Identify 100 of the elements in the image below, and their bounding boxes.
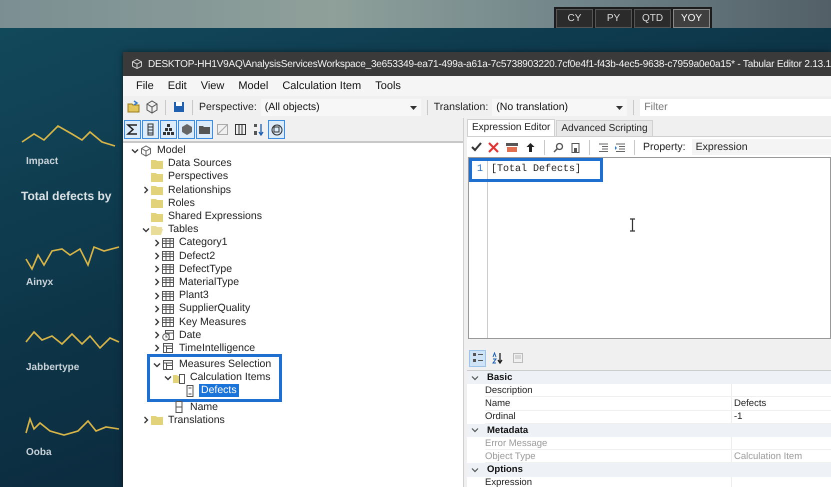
open-folder-icon[interactable]: [127, 100, 141, 114]
tree-item[interactable]: Roles: [166, 196, 197, 210]
tree-item[interactable]: Tables: [166, 223, 200, 236]
chevron-right-icon[interactable]: [142, 416, 150, 424]
property-value[interactable]: -1: [731, 410, 831, 423]
overlap-toggle[interactable]: [268, 120, 285, 139]
table-icon: [162, 290, 174, 302]
filter-field[interactable]: Filter: [640, 98, 831, 116]
sigma-toggle[interactable]: [124, 120, 141, 139]
folder-icon: [151, 158, 163, 170]
code-editor[interactable]: 1 [Total Defects]: [468, 157, 831, 339]
tree-item[interactable]: Category1: [177, 236, 230, 250]
tree-item[interactable]: Model: [155, 144, 188, 158]
column-toggle[interactable]: [142, 120, 159, 139]
column-icon: [173, 401, 185, 414]
chevron-right-icon[interactable]: [152, 344, 160, 352]
folder-toggle[interactable]: [196, 120, 213, 139]
chevron-right-icon[interactable]: [152, 292, 160, 300]
chevron-down-icon[interactable]: [471, 426, 479, 434]
translation-dropdown[interactable]: (No translation): [492, 98, 628, 116]
category-header: Options: [487, 464, 523, 476]
property-name: Name: [485, 398, 512, 409]
folder-icon: [151, 414, 163, 426]
chevron-right-icon[interactable]: [142, 186, 150, 194]
chevron-right-icon[interactable]: [152, 238, 160, 247]
editor-tab[interactable]: Advanced Scripting: [556, 120, 653, 136]
model-icon: [140, 144, 152, 157]
property-name: Expression: [485, 477, 533, 487]
indent-icon[interactable]: [598, 142, 609, 152]
folder-icon: [151, 184, 163, 196]
menu-item[interactable]: Edit: [160, 78, 194, 94]
calc-table-icon: [162, 358, 174, 371]
chevron-down-icon[interactable]: [142, 226, 150, 234]
chevron-right-icon[interactable]: [152, 278, 160, 286]
tree-item[interactable]: Relationships: [166, 184, 234, 197]
code-line: [Total Defects]: [491, 164, 582, 175]
upload-icon[interactable]: [525, 142, 536, 152]
tree-item[interactable]: Plant3: [177, 289, 211, 302]
table-icon: [162, 302, 174, 315]
text-cursor-icon: [629, 218, 636, 232]
tree-item[interactable]: Key Measures: [177, 316, 248, 329]
property-name: Object Type: [485, 450, 537, 462]
table-icon: [162, 276, 174, 288]
tree-item[interactable]: Date: [177, 328, 204, 342]
sort-icon: [252, 123, 265, 136]
editor-tab[interactable]: Expression Editor: [467, 119, 556, 136]
perspective-dropdown[interactable]: (All objects): [260, 98, 421, 116]
tree-item[interactable]: MaterialType: [177, 276, 242, 289]
tree-item[interactable]: Defects: [199, 384, 239, 398]
menu-item[interactable]: View: [194, 78, 232, 94]
menu-item[interactable]: File: [129, 78, 161, 94]
menu-item[interactable]: Tools: [368, 78, 408, 94]
close-icon[interactable]: [488, 142, 499, 152]
categorized-toggle[interactable]: [469, 350, 486, 366]
tree-item[interactable]: Name: [188, 400, 220, 414]
property-dropdown[interactable]: Expression: [692, 139, 831, 155]
tree-item[interactable]: Perspectives: [166, 170, 230, 184]
tree-item[interactable]: DefectType: [177, 262, 234, 276]
folder-icon: [151, 170, 163, 183]
chevron-down-icon[interactable]: [471, 466, 479, 474]
sigma-icon: [126, 123, 139, 136]
chevron-down-icon[interactable]: [152, 360, 160, 369]
tree-item[interactable]: TimeIntelligence: [177, 342, 258, 355]
period-button[interactable]: PY: [595, 9, 632, 28]
property-name: Ordinal: [485, 411, 517, 422]
period-button[interactable]: CY: [556, 9, 593, 28]
tree-item[interactable]: Measures Selection: [177, 358, 274, 372]
tree-item[interactable]: Shared Expressions: [166, 210, 264, 224]
overlap-icon: [270, 123, 283, 136]
tree-item[interactable]: Data Sources: [166, 157, 234, 170]
cube-toggle[interactable]: [178, 120, 195, 139]
chevron-right-icon[interactable]: [152, 304, 160, 313]
tree-item[interactable]: SupplierQuality: [177, 302, 252, 316]
period-button[interactable]: YOY: [673, 9, 710, 28]
chevron-right-icon[interactable]: [152, 331, 160, 340]
tree-item[interactable]: Calculation Items: [188, 371, 273, 384]
property-name: Description: [485, 384, 534, 396]
chevron-down-icon[interactable]: [130, 146, 138, 155]
calc-item-icon: [184, 384, 196, 397]
menu-item[interactable]: Model: [231, 78, 276, 94]
save-icon[interactable]: [172, 100, 186, 114]
translation-label: Translation:: [434, 101, 488, 113]
search-icon[interactable]: [553, 142, 564, 152]
folder-icon: [151, 197, 163, 210]
chevron-right-icon[interactable]: [152, 318, 160, 326]
hierarchy-toggle[interactable]: [160, 120, 177, 139]
cube-icon[interactable]: [145, 100, 159, 114]
chevron-right-icon[interactable]: [152, 252, 160, 260]
hierarchy-icon: [162, 123, 175, 136]
property-value[interactable]: Defects: [731, 397, 831, 410]
menu-item[interactable]: Calculation Item: [275, 78, 368, 94]
caret-icon: [410, 106, 417, 110]
tree-item[interactable]: Defect2: [177, 250, 218, 263]
outdent-icon[interactable]: [615, 142, 626, 152]
check-icon[interactable]: [471, 142, 482, 152]
chevron-right-icon[interactable]: [152, 265, 160, 274]
tree-item[interactable]: Translations: [166, 414, 227, 427]
period-button[interactable]: QTD: [634, 9, 671, 28]
chevron-down-icon[interactable]: [164, 374, 172, 382]
chevron-down-icon[interactable]: [471, 374, 479, 382]
